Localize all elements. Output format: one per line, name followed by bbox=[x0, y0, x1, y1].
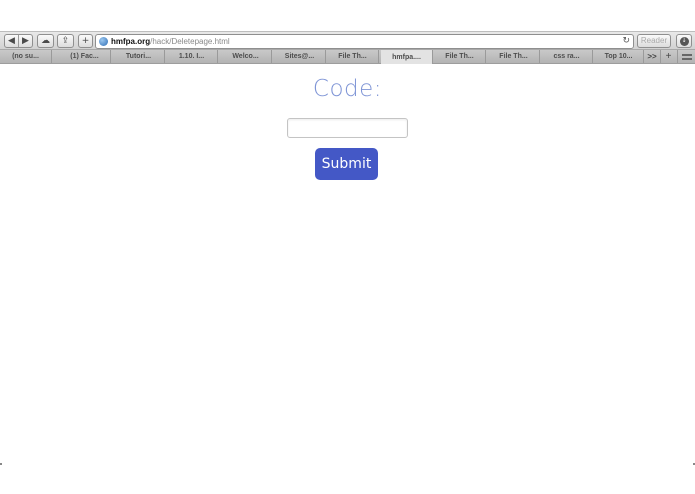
reader-button[interactable]: Reader bbox=[637, 34, 671, 48]
share-button[interactable]: ⇪ bbox=[57, 34, 74, 48]
submit-button[interactable]: Submit bbox=[315, 148, 378, 180]
tab-label: hmfpa.... bbox=[392, 53, 421, 61]
code-label: Code: bbox=[312, 76, 383, 102]
new-tab-button[interactable]: + bbox=[660, 50, 676, 63]
url-path: /hack/Deletepage.html bbox=[150, 37, 230, 46]
tab-label: (1) Fac... bbox=[70, 53, 99, 60]
forward-button[interactable]: ▶ bbox=[19, 35, 32, 47]
tab-label: Top 10... bbox=[604, 53, 633, 60]
tab-8-active[interactable]: hmfpa.... bbox=[381, 50, 433, 64]
list-icon bbox=[681, 53, 692, 60]
forward-arrow-icon: ▶ bbox=[22, 35, 29, 46]
tab-2[interactable]: (1) Fac... bbox=[59, 50, 111, 63]
tab-label: (no su... bbox=[12, 53, 39, 60]
share-icon: ⇪ bbox=[61, 35, 70, 46]
add-bookmark-button[interactable]: + bbox=[78, 34, 93, 48]
icloud-button[interactable]: ☁ bbox=[37, 34, 54, 48]
plus-icon: + bbox=[81, 35, 90, 46]
tab-label: Sites@... bbox=[284, 53, 315, 60]
tab-label: File Th... bbox=[338, 53, 367, 60]
reload-icon[interactable]: ↻ bbox=[622, 36, 630, 46]
code-input[interactable] bbox=[287, 118, 408, 138]
tab-label: 1.10. I... bbox=[178, 53, 205, 60]
tab-label: File Th... bbox=[445, 53, 474, 60]
url-host: hmfpa.org bbox=[111, 37, 151, 46]
tab-6[interactable]: Sites@... bbox=[274, 50, 326, 63]
tab-7[interactable]: File Th... bbox=[327, 50, 379, 63]
back-arrow-icon: ◀ bbox=[8, 35, 15, 46]
tab-overview-button[interactable] bbox=[677, 50, 695, 63]
browser-toolbar: ◀ ▶ ☁ ⇪ + hmfpa.org /hack/Deletepage.htm… bbox=[0, 31, 695, 50]
download-icon: ↓ bbox=[679, 36, 689, 46]
browser-window: ◀ ▶ ☁ ⇪ + hmfpa.org /hack/Deletepage.htm… bbox=[0, 0, 695, 494]
cloud-icon: ☁ bbox=[41, 35, 50, 46]
back-forward-group: ◀ ▶ bbox=[4, 34, 33, 48]
tab-label: css ra... bbox=[553, 53, 580, 60]
tab-9[interactable]: File Th... bbox=[434, 50, 486, 63]
tab-1[interactable]: (no su... bbox=[0, 50, 52, 63]
tab-10[interactable]: File Th... bbox=[488, 50, 540, 63]
tab-3[interactable]: Tutori... bbox=[113, 50, 165, 63]
tab-label: Tutori... bbox=[125, 53, 152, 60]
tab-label: Welco... bbox=[232, 53, 259, 60]
tab-label: File Th... bbox=[499, 53, 528, 60]
tab-4[interactable]: 1.10. I... bbox=[166, 50, 218, 63]
tab-5[interactable]: Welco... bbox=[220, 50, 272, 63]
back-button[interactable]: ◀ bbox=[5, 35, 18, 47]
globe-icon bbox=[99, 37, 108, 46]
tab-12[interactable]: Top 10... bbox=[594, 50, 644, 63]
top-blank-strip bbox=[0, 0, 695, 31]
address-bar[interactable]: hmfpa.org /hack/Deletepage.html ↻ bbox=[95, 34, 634, 49]
page-content: Code: Submit bbox=[0, 64, 695, 464]
downloads-button[interactable]: ↓ bbox=[676, 34, 692, 48]
tab-bar: (no su... (1) Fac... Tutori... 1.10. I..… bbox=[0, 50, 695, 64]
window-corner-left bbox=[0, 463, 2, 465]
more-tabs-button[interactable]: >> bbox=[644, 50, 660, 63]
tab-11[interactable]: css ra... bbox=[541, 50, 593, 63]
